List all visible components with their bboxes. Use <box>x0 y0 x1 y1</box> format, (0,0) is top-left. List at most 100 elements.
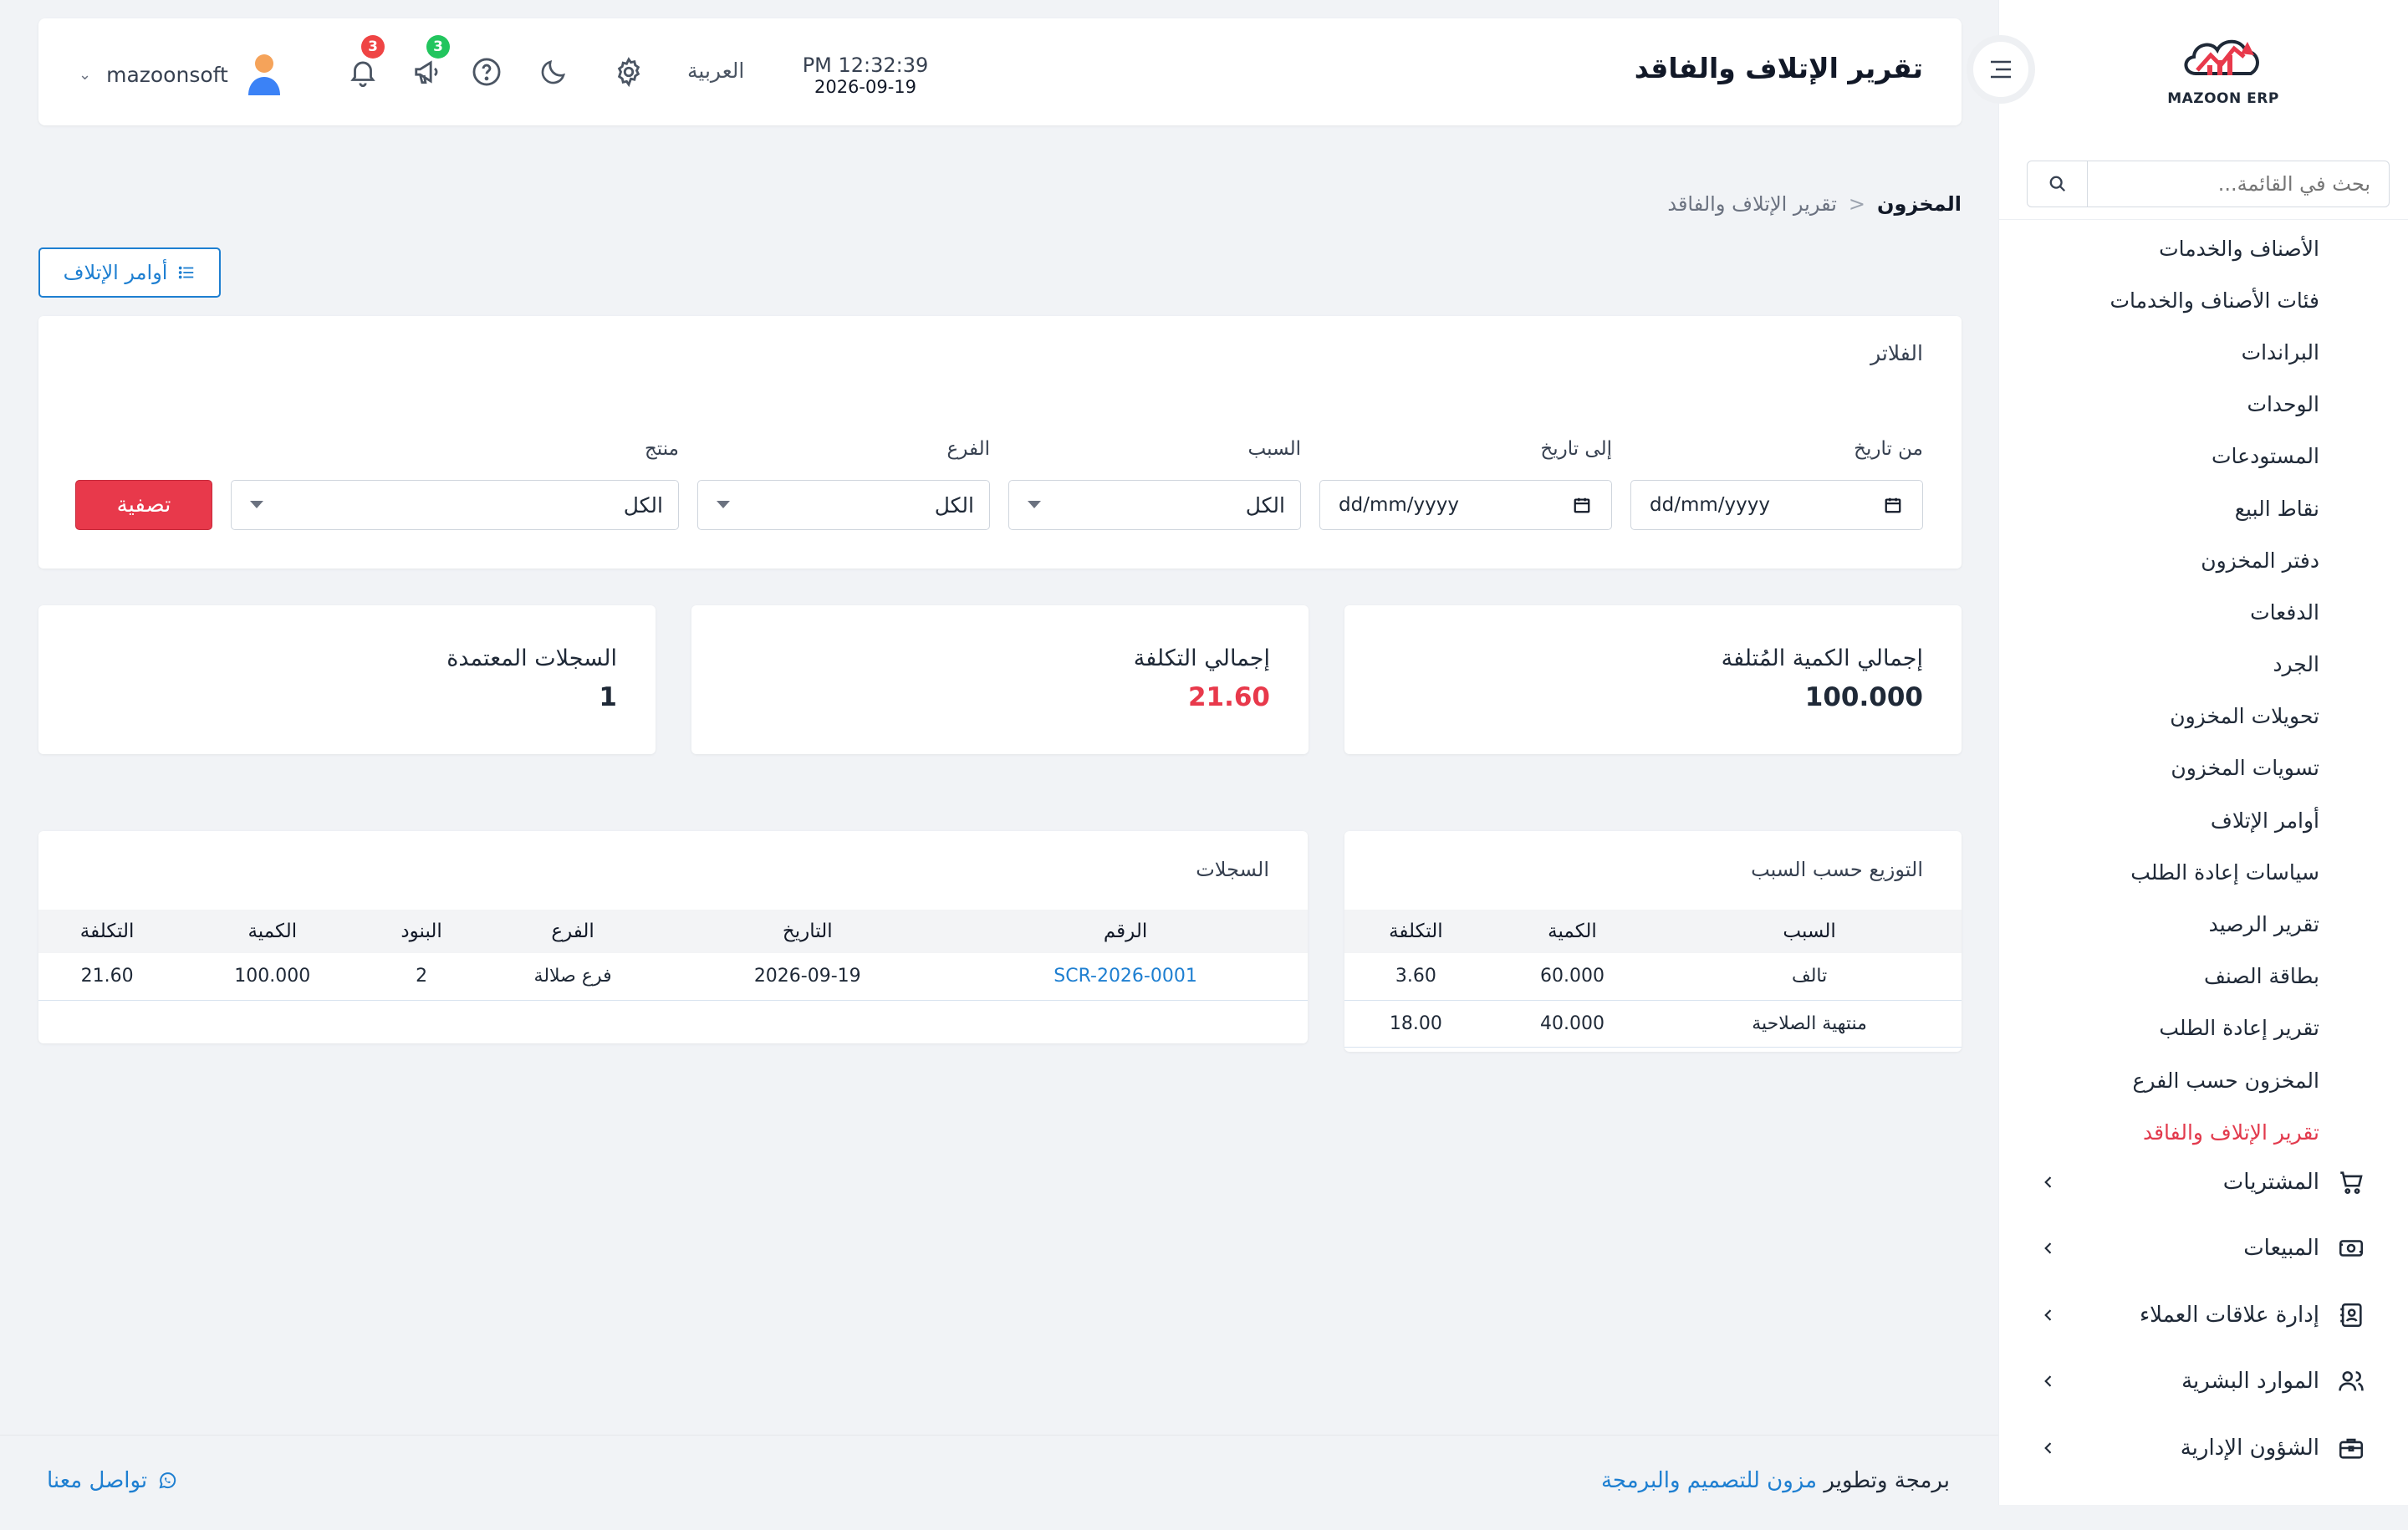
stat-value: 1 <box>599 682 617 712</box>
menu-toggle-button[interactable] <box>1967 35 2035 104</box>
table-cell: 18.00 <box>1344 1000 1487 1048</box>
sidebar-item-batches[interactable]: الدفعات <box>1998 586 2408 638</box>
bell-icon <box>350 61 375 87</box>
avatar <box>243 50 285 99</box>
dropdown-arrow-icon <box>1028 501 1041 508</box>
sidebar-item-admin-affairs[interactable]: الشؤون الإدارية <box>1998 1415 2408 1482</box>
sidebar-item-hr[interactable]: الموارد البشرية <box>1998 1349 2408 1415</box>
branch-select[interactable]: الكل <box>697 480 990 530</box>
by-reason-card: التوزيع حسب السبب السبب الكمية التكلفة ت… <box>1344 831 1962 1052</box>
sidebar: MAZOON ERP الأصناف والخدمات فئات الأصناف… <box>1998 0 2408 1505</box>
sidebar-item-stock-by-branch[interactable]: المخزون حسب الفرع <box>1998 1054 2408 1106</box>
footer-credit: برمجة وتطوير مزون للتصميم والبرمجة <box>1601 1468 1950 1493</box>
sidebar-item-label: الشؤون الإدارية <box>2180 1435 2319 1461</box>
sidebar-item-item-categories[interactable]: فئات الأصناف والخدمات <box>1998 274 2408 326</box>
calendar-icon[interactable] <box>1884 496 1902 518</box>
reason-value: الكل <box>1245 492 1285 518</box>
briefcase-icon <box>2336 1433 2366 1463</box>
sidebar-item-items-services[interactable]: الأصناف والخدمات <box>1998 222 2408 274</box>
page-title: تقرير الإتلاف والفاقد <box>1634 52 1923 84</box>
whatsapp-icon <box>159 1472 176 1489</box>
sidebar-item-crm[interactable]: إدارة علاقات العملاء <box>1998 1282 2408 1349</box>
product-label: منتج <box>644 438 679 460</box>
reason-select[interactable]: الكل <box>1008 480 1301 530</box>
stat-value: 21.60 <box>1187 682 1270 712</box>
sidebar-divider <box>1998 219 2408 220</box>
contact-us-link[interactable]: تواصل معنا <box>47 1468 177 1493</box>
contacts-icon <box>2336 1300 2366 1330</box>
sidebar-item-units[interactable]: الوحدات <box>1998 379 2408 431</box>
moon-icon <box>541 60 565 84</box>
sidebar-search-button[interactable] <box>2028 161 2088 207</box>
chevron-left-icon <box>2040 1440 2057 1456</box>
by-reason-title: التوزيع حسب السبب <box>1751 858 1923 881</box>
inventory-submenu: الأصناف والخدمات فئات الأصناف والخدمات ا… <box>1998 222 2408 1158</box>
stat-label: إجمالي التكلفة <box>1133 645 1270 671</box>
top-header: تقرير الإتلاف والفاقد PM 12:32:39 2026-0… <box>38 18 1962 125</box>
table-header-row: الرقم التاريخ الفرع البنود الكمية التكلف… <box>38 910 1308 953</box>
to-date-label: إلى تاريخ <box>1540 438 1612 460</box>
help-button[interactable] <box>470 55 503 89</box>
column-header: الرقم <box>943 910 1308 953</box>
table-cell: 2 <box>369 953 474 1001</box>
table-cell: تالف <box>1657 953 1962 1001</box>
language-switch[interactable]: العربية <box>687 59 744 83</box>
megaphone-icon <box>415 60 438 84</box>
sidebar-item-balance-report[interactable]: تقرير الرصيد <box>1998 898 2408 950</box>
sidebar-item-label: الموارد البشرية <box>2181 1369 2319 1395</box>
column-header: الكمية <box>1487 910 1658 953</box>
breadcrumb-root[interactable]: المخزون <box>1877 192 1962 216</box>
dark-mode-toggle[interactable] <box>537 55 570 89</box>
table-cell: منتهية الصلاحية <box>1657 1000 1962 1048</box>
sidebar-item-sales[interactable]: المبيعات <box>1998 1216 2408 1283</box>
list-icon <box>179 266 194 279</box>
records-title: السجلات <box>1196 858 1269 881</box>
sidebar-item-item-card[interactable]: بطاقة الصنف <box>1998 951 2408 1002</box>
settings-button[interactable] <box>612 55 645 89</box>
to-date-input[interactable]: dd/mm/yyyy <box>1319 480 1612 530</box>
column-header: الكمية <box>176 910 370 953</box>
sidebar-item-purchases[interactable]: المشتريات <box>1998 1149 2408 1216</box>
chevron-left-icon <box>2040 1373 2057 1390</box>
user-menu[interactable]: ⌄ mazoonsoft <box>79 50 285 99</box>
chevron-left-icon <box>2040 1240 2057 1257</box>
users-icon <box>2336 1366 2366 1396</box>
scrap-orders-label: أوامر الإتلاف <box>63 261 168 284</box>
from-date-input[interactable]: dd/mm/yyyy <box>1630 480 1923 530</box>
sidebar-item-stocktake[interactable]: الجرد <box>1998 639 2408 691</box>
records-table: الرقم التاريخ الفرع البنود الكمية التكلف… <box>38 910 1308 1001</box>
scrap-orders-button[interactable]: أوامر الإتلاف <box>38 247 221 298</box>
sidebar-item-scrap-orders[interactable]: أوامر الإتلاف <box>1998 794 2408 846</box>
reason-label: السبب <box>1247 438 1301 460</box>
clock-time: PM 12:32:39 <box>802 54 929 77</box>
stat-label: إجمالي الكمية المُتلفة <box>1721 645 1923 671</box>
sidebar-item-reorder-policies[interactable]: سياسات إعادة الطلب <box>1998 846 2408 898</box>
company-logo[interactable]: MAZOON ERP <box>2152 30 2294 122</box>
sidebar-search-input[interactable] <box>2088 161 2389 207</box>
column-header: الفرع <box>473 910 672 953</box>
record-number-link[interactable]: SCR-2026-0001 <box>943 953 1308 1001</box>
logo-text: MAZOON ERP <box>2167 90 2279 107</box>
column-header: التكلفة <box>1344 910 1487 953</box>
apply-filter-button[interactable]: تصفية <box>75 480 212 530</box>
sidebar-item-stock-transfers[interactable]: تحويلات المخزون <box>1998 691 2408 742</box>
footer-credit-link[interactable]: مزون للتصميم والبرمجة <box>1601 1468 1817 1493</box>
breadcrumb: المخزون < تقرير الإتلاف والفاقد <box>1667 192 1962 216</box>
clock-date: 2026-09-19 <box>814 77 917 97</box>
breadcrumb-separator: < <box>1848 192 1866 216</box>
announcements-button[interactable]: 3 <box>411 35 450 89</box>
product-select[interactable]: الكل <box>231 480 679 530</box>
sidebar-item-warehouses[interactable]: المستودعات <box>1998 431 2408 482</box>
stat-card-approved-records: السجلات المعتمدة 1 <box>38 605 656 754</box>
sidebar-item-stock-ledger[interactable]: دفتر المخزون <box>1998 534 2408 586</box>
announcements-badge: 3 <box>426 35 450 59</box>
sidebar-item-brands[interactable]: البراندات <box>1998 326 2408 378</box>
sidebar-item-stock-adjustments[interactable]: تسويات المخزون <box>1998 742 2408 794</box>
table-cell: 60.000 <box>1487 953 1658 1001</box>
sidebar-item-reorder-report[interactable]: تقرير إعادة الطلب <box>1998 1002 2408 1054</box>
calendar-icon[interactable] <box>1573 496 1591 518</box>
stat-card-total-quantity: إجمالي الكمية المُتلفة 100.000 <box>1344 605 1962 754</box>
sidebar-item-pos[interactable]: نقاط البيع <box>1998 482 2408 534</box>
table-row: SCR-2026-0001 2026-09-19 فرع صلالة 2 100… <box>38 953 1308 1001</box>
notifications-button[interactable]: 3 <box>346 35 385 89</box>
